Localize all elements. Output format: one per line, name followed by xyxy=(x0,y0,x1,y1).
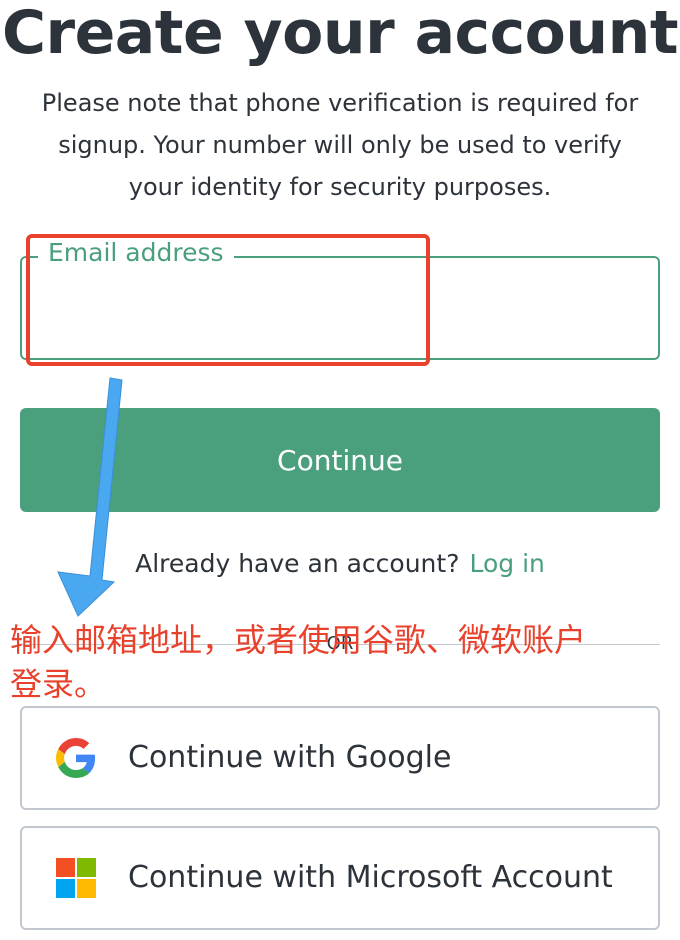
continue-button-label: Continue xyxy=(277,443,403,477)
note-line-3: your identity for security purposes. xyxy=(128,173,552,201)
note-line-1: Please note that phone verification is r… xyxy=(41,89,639,117)
login-link[interactable]: Log in xyxy=(469,549,544,578)
login-prompt: Already have an account? xyxy=(135,549,460,578)
note-line-2: signup. Your number will only be used to… xyxy=(58,131,622,159)
continue-button[interactable]: Continue xyxy=(20,408,660,512)
microsoft-button-label: Continue with Microsoft Account xyxy=(128,860,613,895)
phone-verification-note: Please note that phone verification is r… xyxy=(20,82,660,208)
annotation-highlight-box xyxy=(26,234,430,366)
continue-with-google-button[interactable]: Continue with Google xyxy=(20,706,660,810)
google-icon xyxy=(56,738,96,778)
google-button-label: Continue with Google xyxy=(128,740,452,775)
microsoft-icon xyxy=(56,858,96,898)
annotation-text: 输入邮箱地址，或者使用谷歌、微软账户登录。 xyxy=(10,621,587,703)
page-title: Create your account xyxy=(1,0,679,68)
continue-with-microsoft-button[interactable]: Continue with Microsoft Account xyxy=(20,826,660,930)
login-row: Already have an account? Log in xyxy=(0,546,680,582)
